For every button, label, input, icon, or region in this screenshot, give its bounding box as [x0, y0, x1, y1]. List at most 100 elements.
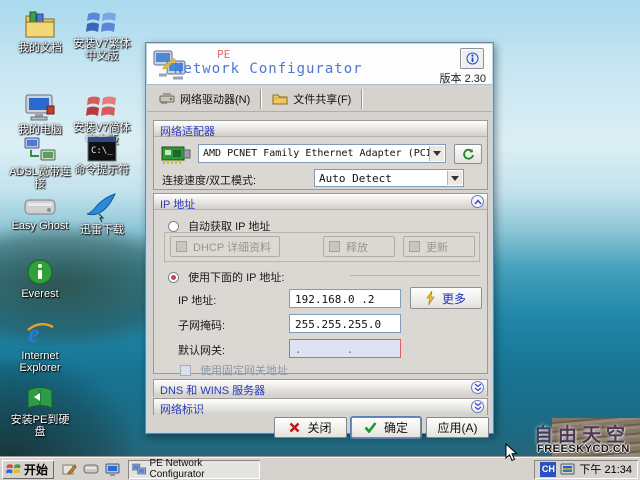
- desktop-icon-install-pe[interactable]: 安装PE到硬盘: [8, 384, 72, 438]
- windows-flag-red-icon: [86, 96, 116, 116]
- desktop-icon-my-computer[interactable]: 我的电脑: [8, 92, 72, 136]
- apply-button[interactable]: 应用(A): [426, 417, 489, 438]
- ghost-quick-icon[interactable]: [83, 463, 99, 475]
- adapter-section-header: 网络适配器: [154, 121, 487, 138]
- mouse-cursor: [505, 443, 518, 462]
- my-computer-icon: [25, 94, 55, 121]
- adapter-section-title: 网络适配器: [160, 126, 215, 138]
- expand-netid-button[interactable]: [471, 400, 484, 413]
- lightning-icon: [426, 291, 435, 305]
- ip-address-label: IP 地址:: [178, 295, 217, 307]
- more-button[interactable]: 更多: [410, 287, 482, 309]
- show-desktop-icon[interactable]: [62, 462, 77, 476]
- desktop-icon-label: 安装PE到硬盘: [10, 414, 70, 438]
- desktop-icon-my-documents[interactable]: 我的文档: [8, 8, 72, 54]
- radio-unchecked-icon: [168, 221, 179, 232]
- chevron-down-icon: [447, 171, 462, 185]
- ip-section-header: IP 地址: [154, 194, 487, 211]
- desktop-icon-everest[interactable]: Everest: [8, 258, 72, 300]
- everest-info-icon: [27, 259, 53, 285]
- internet-explorer-icon: e: [27, 319, 54, 348]
- install-pe-icon: [27, 387, 53, 409]
- file-sharing-button[interactable]: 文件共享(F): [264, 88, 359, 110]
- renew-icon: [409, 241, 420, 252]
- collapse-section-button[interactable]: [471, 195, 484, 208]
- my-documents-icon: [25, 11, 55, 38]
- close-label: 关闭: [307, 421, 332, 435]
- desktop-screen: 自由天空 FREESKYCD.CN 我的文档 安装V7繁体中文版 我的电脑 安装…: [0, 0, 640, 480]
- task-app-icon: [132, 463, 146, 475]
- tray-clock[interactable]: 下午 21:34: [579, 461, 632, 477]
- expand-dns-button[interactable]: [471, 381, 484, 394]
- ghost-disk-icon: [24, 199, 56, 215]
- task-label: PE Network Configurator: [149, 458, 205, 480]
- double-chevron-down-icon: [474, 402, 481, 411]
- static-ip-radio[interactable]: 使用下面的 IP 地址:: [168, 269, 284, 285]
- speed-duplex-select[interactable]: Auto Detect: [314, 169, 464, 187]
- thunder-download-icon: [86, 193, 116, 222]
- fixed-gateway-checkbox[interactable]: 使用固定网关地址: [180, 362, 288, 378]
- file-sharing-label: 文件共享(F): [293, 93, 352, 106]
- network-drives-button[interactable]: 网络驱动器(N): [151, 88, 258, 110]
- dns-section-title: DNS 和 WINS 服务器: [160, 385, 266, 397]
- fixed-gateway-label: 使用固定网关地址: [200, 365, 289, 377]
- display-tray-icon[interactable]: [560, 463, 575, 476]
- release-label: 释放: [346, 241, 368, 254]
- network-drives-label: 网络驱动器(N): [180, 93, 251, 106]
- subnet-mask-label: 子网掩码:: [178, 320, 226, 332]
- toolbar-separator: [260, 88, 263, 109]
- renew-button[interactable]: 更新: [403, 236, 475, 257]
- speed-duplex-label: 连接速度/双工模式:: [162, 175, 257, 187]
- window-header: PE Network Configurator 版本 2.30: [147, 44, 492, 85]
- subnet-mask-input[interactable]: [289, 314, 401, 333]
- adsl-connection-icon: [24, 137, 56, 161]
- dhcp-frame: DHCP 详细资料 释放 更新: [164, 232, 480, 262]
- chevron-down-icon: [429, 146, 444, 161]
- wallpaper-watermark-site: FREESKYCD.CN: [537, 443, 630, 455]
- taskbar-task-pe-network-configurator[interactable]: PE Network Configurator: [128, 458, 261, 480]
- desktop-icon-thunder-download[interactable]: 迅雷下载: [70, 192, 134, 236]
- gateway-input[interactable]: [289, 339, 401, 358]
- toolbar-separator: [361, 88, 364, 109]
- quick-launch: [54, 462, 128, 476]
- desktop-icon-label: 安装V7繁体中文版: [73, 38, 131, 62]
- app-title: Network Configurator: [174, 61, 363, 77]
- dns-wins-section[interactable]: DNS 和 WINS 服务器: [153, 379, 488, 397]
- refresh-adapters-button[interactable]: [454, 144, 482, 164]
- ip-address-input[interactable]: [289, 289, 401, 308]
- start-button[interactable]: 开始: [2, 459, 55, 479]
- display-quick-icon[interactable]: [105, 463, 120, 476]
- info-icon: [466, 52, 478, 65]
- ok-label: 确定: [383, 421, 408, 435]
- system-tray: CH 下午 21:34: [534, 460, 638, 479]
- checkbox-unchecked-icon: [180, 365, 191, 376]
- window-toolbar: 网络驱动器(N) 文件共享(F): [147, 86, 492, 112]
- refresh-icon: [462, 148, 474, 160]
- desktop-icon-adsl-connection[interactable]: ADSL宽带连接: [8, 136, 72, 190]
- desktop-icon-easy-ghost[interactable]: Easy Ghost: [8, 196, 72, 232]
- close-x-icon: [290, 422, 300, 433]
- windows-flag-blue-icon: [86, 12, 116, 32]
- desktop-icon-install-v7-traditional[interactable]: 安装V7繁体中文版: [70, 8, 134, 62]
- close-button[interactable]: 关闭: [274, 417, 347, 438]
- gateway-label: 默认网关:: [178, 345, 226, 357]
- start-label: 开始: [24, 462, 49, 477]
- info-button[interactable]: [460, 48, 484, 69]
- release-button[interactable]: 释放: [323, 236, 395, 257]
- pe-network-configurator-window: PE Network Configurator 版本 2.30 网络驱动器(N)…: [145, 42, 494, 438]
- network-id-section[interactable]: 网络标识: [153, 398, 488, 416]
- network-card-icon: [161, 146, 191, 164]
- command-prompt-icon: C:\_: [87, 136, 117, 162]
- language-indicator[interactable]: CH: [540, 461, 557, 477]
- desktop-icon-command-prompt[interactable]: C:\_ 命令提示符: [70, 136, 134, 176]
- network-adapter-group: 网络适配器 AMD PCNET Family Ethernet Adapter …: [153, 120, 488, 190]
- ok-button[interactable]: 确定: [351, 417, 421, 438]
- static-ip-label: 使用下面的 IP 地址:: [188, 272, 285, 284]
- desktop-icon-internet-explorer[interactable]: e Internet Explorer: [8, 318, 72, 374]
- shared-folder-icon: [272, 94, 288, 105]
- taskbar: 开始 PE Network Configurator CH 下午 21:34: [0, 457, 640, 480]
- dhcp-details-button[interactable]: DHCP 详细资料: [170, 236, 280, 257]
- adapter-select[interactable]: AMD PCNET Family Ethernet Adapter (PCI): [198, 144, 446, 163]
- static-frame-line: [350, 275, 480, 276]
- apply-label: 应用(A): [437, 421, 478, 435]
